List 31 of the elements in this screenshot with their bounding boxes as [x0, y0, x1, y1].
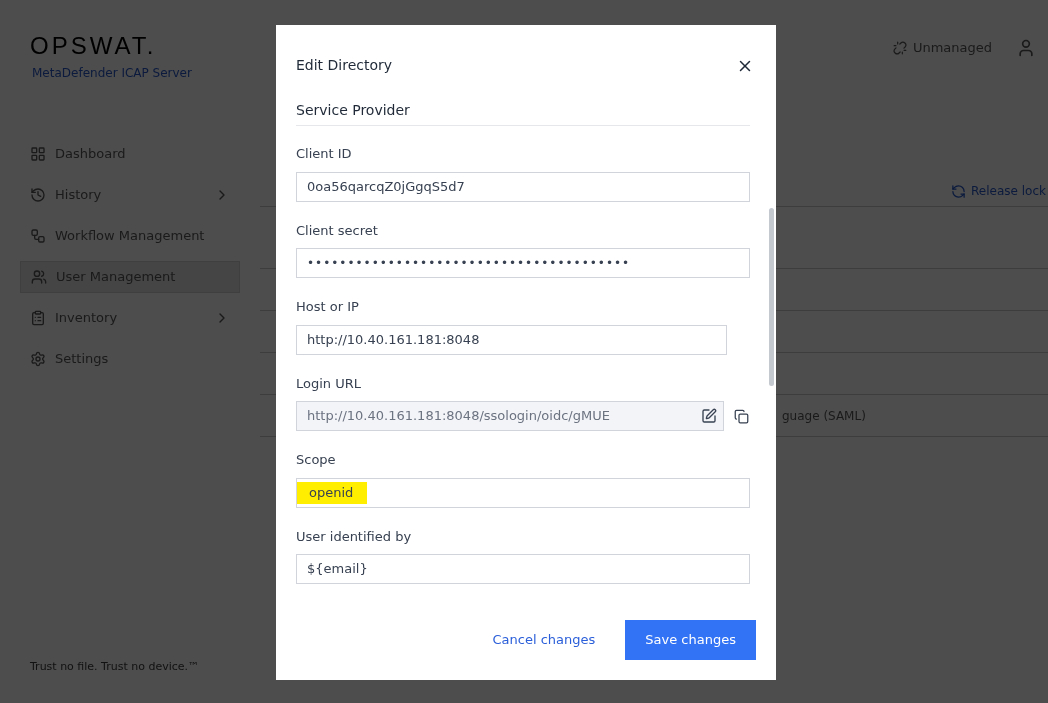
field-label: Login URL — [296, 374, 362, 393]
tagline: Trust no file. Trust no device.™ — [30, 658, 201, 675]
copy-icon[interactable] — [734, 408, 749, 424]
field-label: Host or IP — [296, 298, 360, 316]
scrollbar-thumb[interactable] — [769, 208, 774, 386]
workflow-icon — [30, 228, 46, 244]
cancel-button[interactable]: Cancel changes — [492, 630, 596, 650]
readonly-field[interactable]: http://10.40.161.181:8048/ssologin/oidc/gMUE — [296, 401, 724, 431]
field-label: Scope — [296, 451, 337, 469]
clipboard-icon — [30, 310, 46, 326]
settings-icon — [30, 351, 46, 367]
grid-icon — [30, 146, 46, 162]
product-name: MetaDefender ICAP Server — [32, 65, 193, 82]
password-field[interactable]: •••••••••••••••••••••••••••••••••••••••• — [296, 248, 750, 278]
field-label: Client secret — [296, 221, 379, 240]
users-icon — [31, 269, 47, 285]
text-field[interactable]: http://10.40.161.181:8048 — [296, 324, 727, 355]
edit-icon[interactable] — [701, 408, 717, 424]
unlink-icon — [892, 40, 907, 55]
logo: OPSWAT. — [30, 31, 158, 61]
tags-field[interactable]: openid — [296, 477, 750, 508]
field-label: Client ID — [296, 145, 353, 163]
text-field[interactable]: 0oa56qarcqZ0jGgqS5d7 — [296, 171, 750, 202]
save-button[interactable]: Save changes — [625, 620, 756, 660]
text-field[interactable]: ${email} — [296, 554, 750, 584]
section-title: Service Provider — [296, 100, 750, 126]
scope-tag: openid — [297, 481, 368, 504]
field-label: User identified by — [296, 527, 413, 546]
dialog-title: Edit Directory — [296, 56, 393, 75]
history-icon — [30, 187, 46, 203]
refresh-icon — [951, 183, 967, 199]
